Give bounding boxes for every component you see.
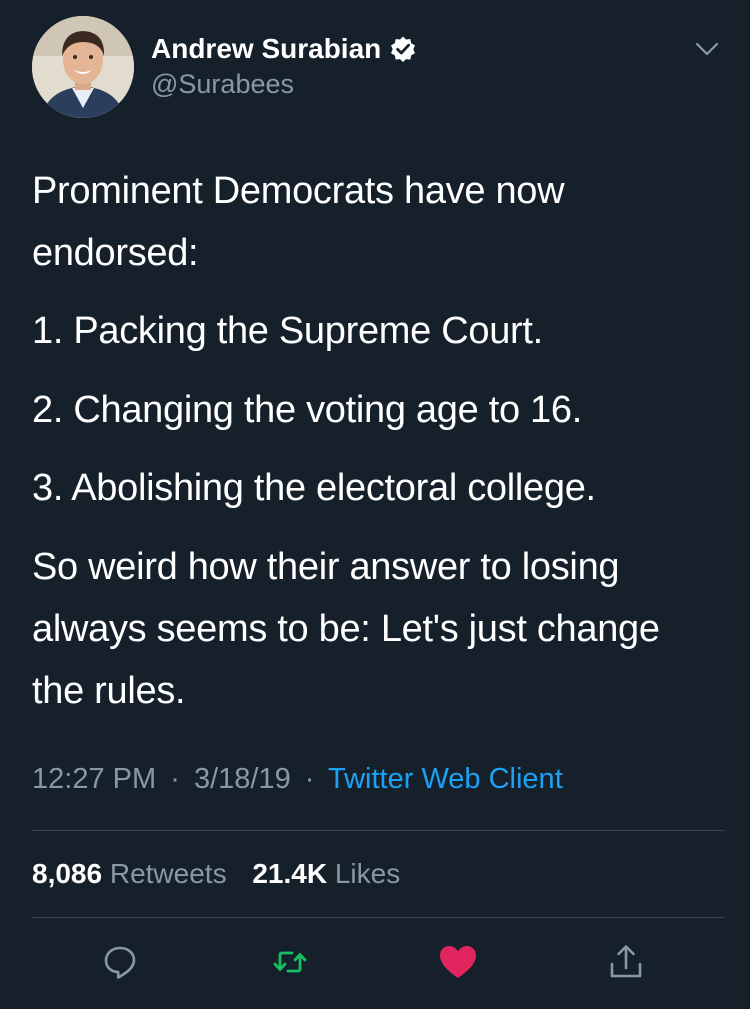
meta-separator: · <box>170 763 180 795</box>
tweet-text-line: 1. Packing the Supreme Court. <box>32 310 543 352</box>
retweet-button[interactable] <box>268 940 312 984</box>
reply-button[interactable] <box>98 940 142 984</box>
like-button[interactable] <box>436 940 480 984</box>
tweet-text-line: 3. Abolishing the electoral college. <box>32 467 596 509</box>
tweet-time[interactable]: 12:27 PM <box>32 763 156 795</box>
meta-separator: · <box>304 763 315 795</box>
likes-label: Likes <box>334 858 401 889</box>
avatar-image <box>32 16 134 118</box>
retweet-icon <box>273 951 307 973</box>
tweet-text-line: Prominent Democrats have now <box>32 170 565 212</box>
display-name[interactable]: Andrew Surabian <box>151 33 381 65</box>
verified-badge-icon <box>389 35 417 63</box>
tweet-text-line: always seems to be: Let's just change <box>32 608 660 650</box>
chevron-down-icon[interactable] <box>694 38 720 60</box>
tweet-stats: 8,086 Retweets 21.4K Likes <box>32 858 418 890</box>
share-icon <box>610 945 642 978</box>
heart-icon <box>440 946 476 978</box>
likes-count: 21.4K <box>252 858 328 889</box>
avatar[interactable] <box>32 16 134 118</box>
tweet-text-line: endorsed: <box>32 232 199 274</box>
retweets-stat[interactable]: 8,086 Retweets <box>32 858 234 889</box>
tweet-date[interactable]: 3/18/19 <box>194 763 291 795</box>
tweet-text-line: 2. Changing the voting age to 16. <box>32 389 582 431</box>
reply-icon <box>104 946 136 979</box>
tweet-meta: 12:27 PM · 3/18/19 · Twitter Web Client <box>32 763 563 796</box>
tweet-container: Andrew Surabian @Surabees Prominent Demo… <box>0 0 750 1009</box>
display-name-row[interactable]: Andrew Surabian <box>151 33 417 65</box>
retweets-label: Retweets <box>109 858 227 889</box>
retweets-count: 8,086 <box>32 858 103 889</box>
share-button[interactable] <box>604 940 648 984</box>
user-handle[interactable]: @Surabees <box>151 69 294 100</box>
tweet-text-line: the rules. <box>32 670 186 712</box>
divider <box>32 917 725 918</box>
tweet-source-link[interactable]: Twitter Web Client <box>328 763 563 795</box>
divider <box>32 830 725 831</box>
tweet-text-line: So weird how their answer to losing <box>32 546 620 588</box>
likes-stat[interactable]: 21.4K Likes <box>252 858 400 889</box>
